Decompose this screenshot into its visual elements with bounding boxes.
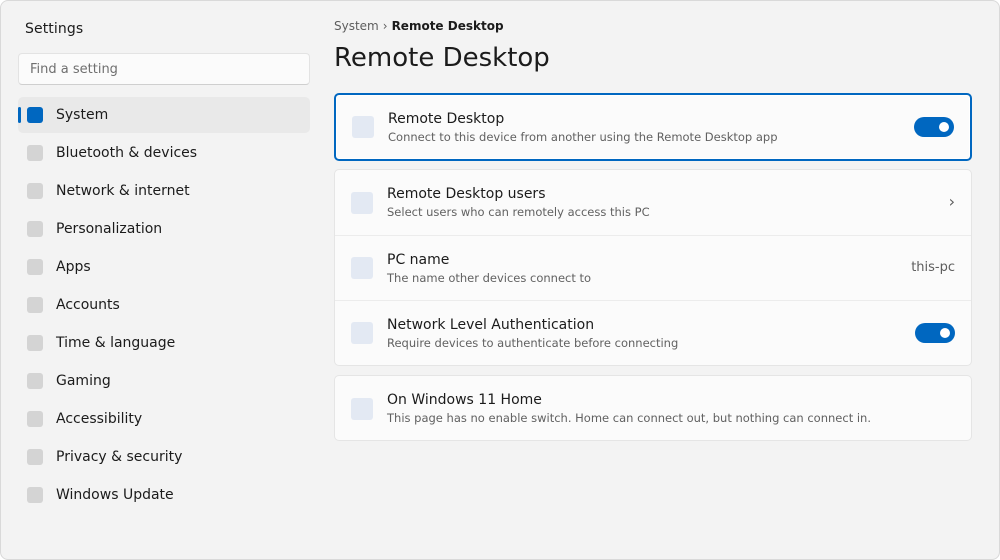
toggle-knob [939, 122, 949, 132]
sidebar-item-time-language[interactable]: Time & language [18, 325, 310, 361]
search-input[interactable] [18, 53, 310, 85]
breadcrumb-parent[interactable]: System [334, 19, 379, 33]
remote-desktop-settings-card: Remote Desktop users Select users who ca… [334, 169, 972, 366]
remote-desktop-toggle[interactable] [914, 117, 954, 137]
row-text: On Windows 11 Home This page has no enab… [387, 391, 871, 426]
sidebar-nav: System Bluetooth & devices Network & int… [18, 97, 310, 515]
sidebar-item-privacy-security[interactable]: Privacy & security [18, 439, 310, 475]
row-text: PC name The name other devices connect t… [387, 251, 591, 286]
remote-desktop-card: Remote Desktop Connect to this device fr… [334, 93, 972, 161]
settings-window: Settings System Bluetooth & devices Netw… [0, 0, 1000, 560]
chevron-right-icon[interactable]: › [949, 192, 955, 211]
sidebar-item-network-internet[interactable]: Network & internet [18, 173, 310, 209]
sidebar-item-label: Accounts [56, 297, 120, 313]
info-title: On Windows 11 Home [387, 392, 542, 408]
selection-indicator [18, 107, 21, 123]
personalization-icon [27, 221, 43, 237]
sidebar-item-personalization[interactable]: Personalization [18, 211, 310, 247]
gaming-icon [27, 373, 43, 389]
breadcrumb-separator: › [382, 19, 388, 33]
accessibility-icon [27, 411, 43, 427]
remote-desktop-icon [352, 116, 374, 138]
remote-desktop-row[interactable]: Remote Desktop Connect to this device fr… [336, 95, 970, 159]
pc-name-value: this-pc [911, 260, 955, 275]
sidebar-item-label: Time & language [56, 335, 176, 351]
pc-name-description: The name other devices connect to [387, 270, 592, 285]
remote-desktop-title: Remote Desktop [388, 110, 505, 127]
nla-description: Require devices to authenticate before c… [387, 335, 679, 350]
users-icon [351, 191, 373, 214]
sidebar-item-bluetooth-devices[interactable]: Bluetooth & devices [18, 135, 310, 171]
nla-title: Network Level Authentication [387, 316, 595, 333]
pc-icon [351, 257, 373, 279]
sidebar-item-label: Personalization [56, 221, 163, 237]
sidebar-item-label: Network & internet [56, 183, 190, 199]
sidebar-item-label: Windows Update [56, 487, 174, 503]
sidebar-item-gaming[interactable]: Gaming [18, 363, 310, 399]
bluetooth-icon [27, 145, 43, 161]
nla-row[interactable]: Network Level Authentication Require dev… [335, 300, 971, 365]
breadcrumb-current: Remote Desktop [391, 19, 504, 33]
time-language-icon [27, 335, 43, 351]
users-title: Remote Desktop users [387, 186, 546, 202]
sidebar-item-label: Bluetooth & devices [56, 145, 198, 161]
sidebar-item-label: Privacy & security [56, 449, 183, 465]
sidebar-item-label: Accessibility [56, 411, 143, 427]
apps-icon [27, 259, 43, 275]
info-row: On Windows 11 Home This page has no enab… [335, 376, 971, 441]
sidebar-item-label: Gaming [56, 373, 111, 389]
app-title: Settings [25, 21, 84, 37]
nla-toggle[interactable] [915, 323, 955, 343]
system-icon [27, 107, 43, 123]
info-icon [351, 397, 373, 420]
sidebar-item-windows-update[interactable]: Windows Update [18, 477, 310, 513]
sidebar-item-apps[interactable]: Apps [18, 249, 310, 285]
privacy-icon [27, 449, 43, 465]
sidebar: Settings System Bluetooth & devices Netw… [1, 1, 325, 559]
pc-name-title: PC name [387, 251, 450, 268]
sidebar-item-accounts[interactable]: Accounts [18, 287, 310, 323]
users-description: Select users who can remotely access thi… [387, 205, 650, 219]
row-text: Network Level Authentication Require dev… [387, 316, 678, 351]
breadcrumb: System › Remote Desktop [334, 19, 504, 33]
page-title: Remote Desktop [334, 43, 550, 73]
info-card: On Windows 11 Home This page has no enab… [334, 375, 972, 441]
network-icon [27, 183, 43, 199]
sidebar-item-system[interactable]: System [18, 97, 310, 133]
shield-icon [351, 322, 373, 344]
row-text: Remote Desktop users Select users who ca… [387, 185, 650, 220]
main-content: System › Remote Desktop Remote Desktop Rem… [334, 1, 974, 559]
remote-desktop-users-row[interactable]: Remote Desktop users Select users who ca… [335, 170, 971, 235]
row-text: Remote Desktop Connect to this device fr… [388, 110, 778, 145]
sidebar-item-label: System [56, 107, 109, 123]
pc-name-row: PC name The name other devices connect t… [335, 235, 971, 300]
accounts-icon [27, 297, 43, 313]
sidebar-item-label: Apps [56, 259, 91, 275]
windows-update-icon [27, 487, 43, 503]
remote-desktop-description: Connect to this device from another usin… [388, 129, 778, 144]
info-description: This page has no enable switch. Home can… [387, 411, 871, 425]
sidebar-item-accessibility[interactable]: Accessibility [18, 401, 310, 437]
toggle-knob [940, 328, 950, 338]
